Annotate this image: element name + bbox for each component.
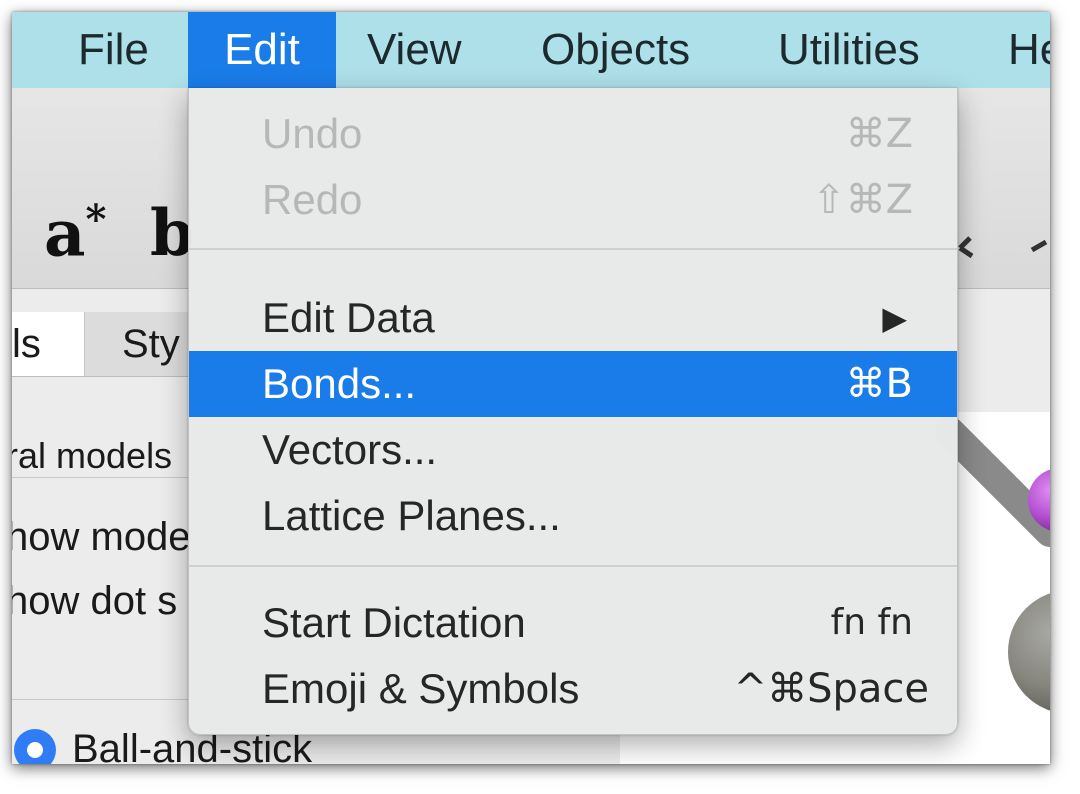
view-a-star-button[interactable]: a* xyxy=(44,196,106,271)
tab-style[interactable]: Sty xyxy=(122,312,180,376)
menu-item-start-dictation-label: Start Dictation xyxy=(262,599,526,646)
menu-view[interactable]: View xyxy=(367,12,462,88)
menu-item-emoji-symbols[interactable]: Emoji & Symbols ^⌘Space xyxy=(189,656,957,722)
menu-item-bonds[interactable]: Bonds... ⌘B xyxy=(189,351,957,417)
menu-item-start-dictation[interactable]: Start Dictation fn fn xyxy=(189,590,957,656)
menu-item-emoji-symbols-shortcut: ^⌘Space xyxy=(733,666,929,712)
menu-item-bonds-shortcut: ⌘B xyxy=(845,361,913,407)
menu-separator xyxy=(189,565,957,567)
menu-help[interactable]: He xyxy=(1008,12,1050,88)
menu-item-undo-shortcut: ⌘Z xyxy=(845,111,913,157)
tab-models-label: ls xyxy=(12,322,41,366)
menu-item-lattice-planes-label: Lattice Planes... xyxy=(262,492,561,539)
menu-item-lattice-planes[interactable]: Lattice Planes... xyxy=(189,483,957,549)
submenu-arrow-icon: ▶ xyxy=(882,299,907,337)
menu-item-redo[interactable]: Redo ⇧⌘Z xyxy=(189,167,957,233)
atom-gray xyxy=(1008,593,1050,711)
edit-menu-dropdown: Undo ⌘Z Redo ⇧⌘Z Edit Data ▶ Bonds... ⌘B… xyxy=(188,88,958,735)
menu-objects[interactable]: Objects xyxy=(541,12,690,88)
menu-item-undo-label: Undo xyxy=(262,110,363,157)
menu-item-vectors[interactable]: Vectors... xyxy=(189,417,957,483)
show-models-checkbox-label[interactable]: how mode xyxy=(12,515,191,560)
menu-item-redo-shortcut: ⇧⌘Z xyxy=(812,177,913,223)
menu-bar: File Edit View Objects Utilities He xyxy=(12,12,1050,89)
menu-item-vectors-label: Vectors... xyxy=(262,426,438,473)
menu-item-emoji-symbols-label: Emoji & Symbols xyxy=(262,665,580,712)
section-structural-models-label: ral models xyxy=(12,435,173,476)
menu-item-undo[interactable]: Undo ⌘Z xyxy=(189,101,957,167)
tab-models[interactable]: ls xyxy=(12,312,85,376)
menu-item-edit-data-label: Edit Data xyxy=(262,294,435,341)
menu-item-edit-data[interactable]: Edit Data ▶ xyxy=(189,285,957,351)
menu-separator xyxy=(189,248,957,250)
menu-item-start-dictation-shortcut: fn fn xyxy=(830,602,913,643)
application-window: File Edit View Objects Utilities He a* b… xyxy=(12,12,1050,764)
ball-and-stick-radio[interactable] xyxy=(14,729,56,764)
menu-utilities[interactable]: Utilities xyxy=(778,12,920,88)
menu-item-bonds-label: Bonds... xyxy=(262,360,417,407)
menu-edit[interactable]: Edit xyxy=(188,12,336,88)
menu-item-redo-label: Redo xyxy=(262,176,363,223)
menu-file[interactable]: File xyxy=(78,12,149,88)
toolbar-axis-icons-partial xyxy=(958,236,1048,259)
show-dot-surface-checkbox-label[interactable]: how dot s xyxy=(12,579,177,624)
